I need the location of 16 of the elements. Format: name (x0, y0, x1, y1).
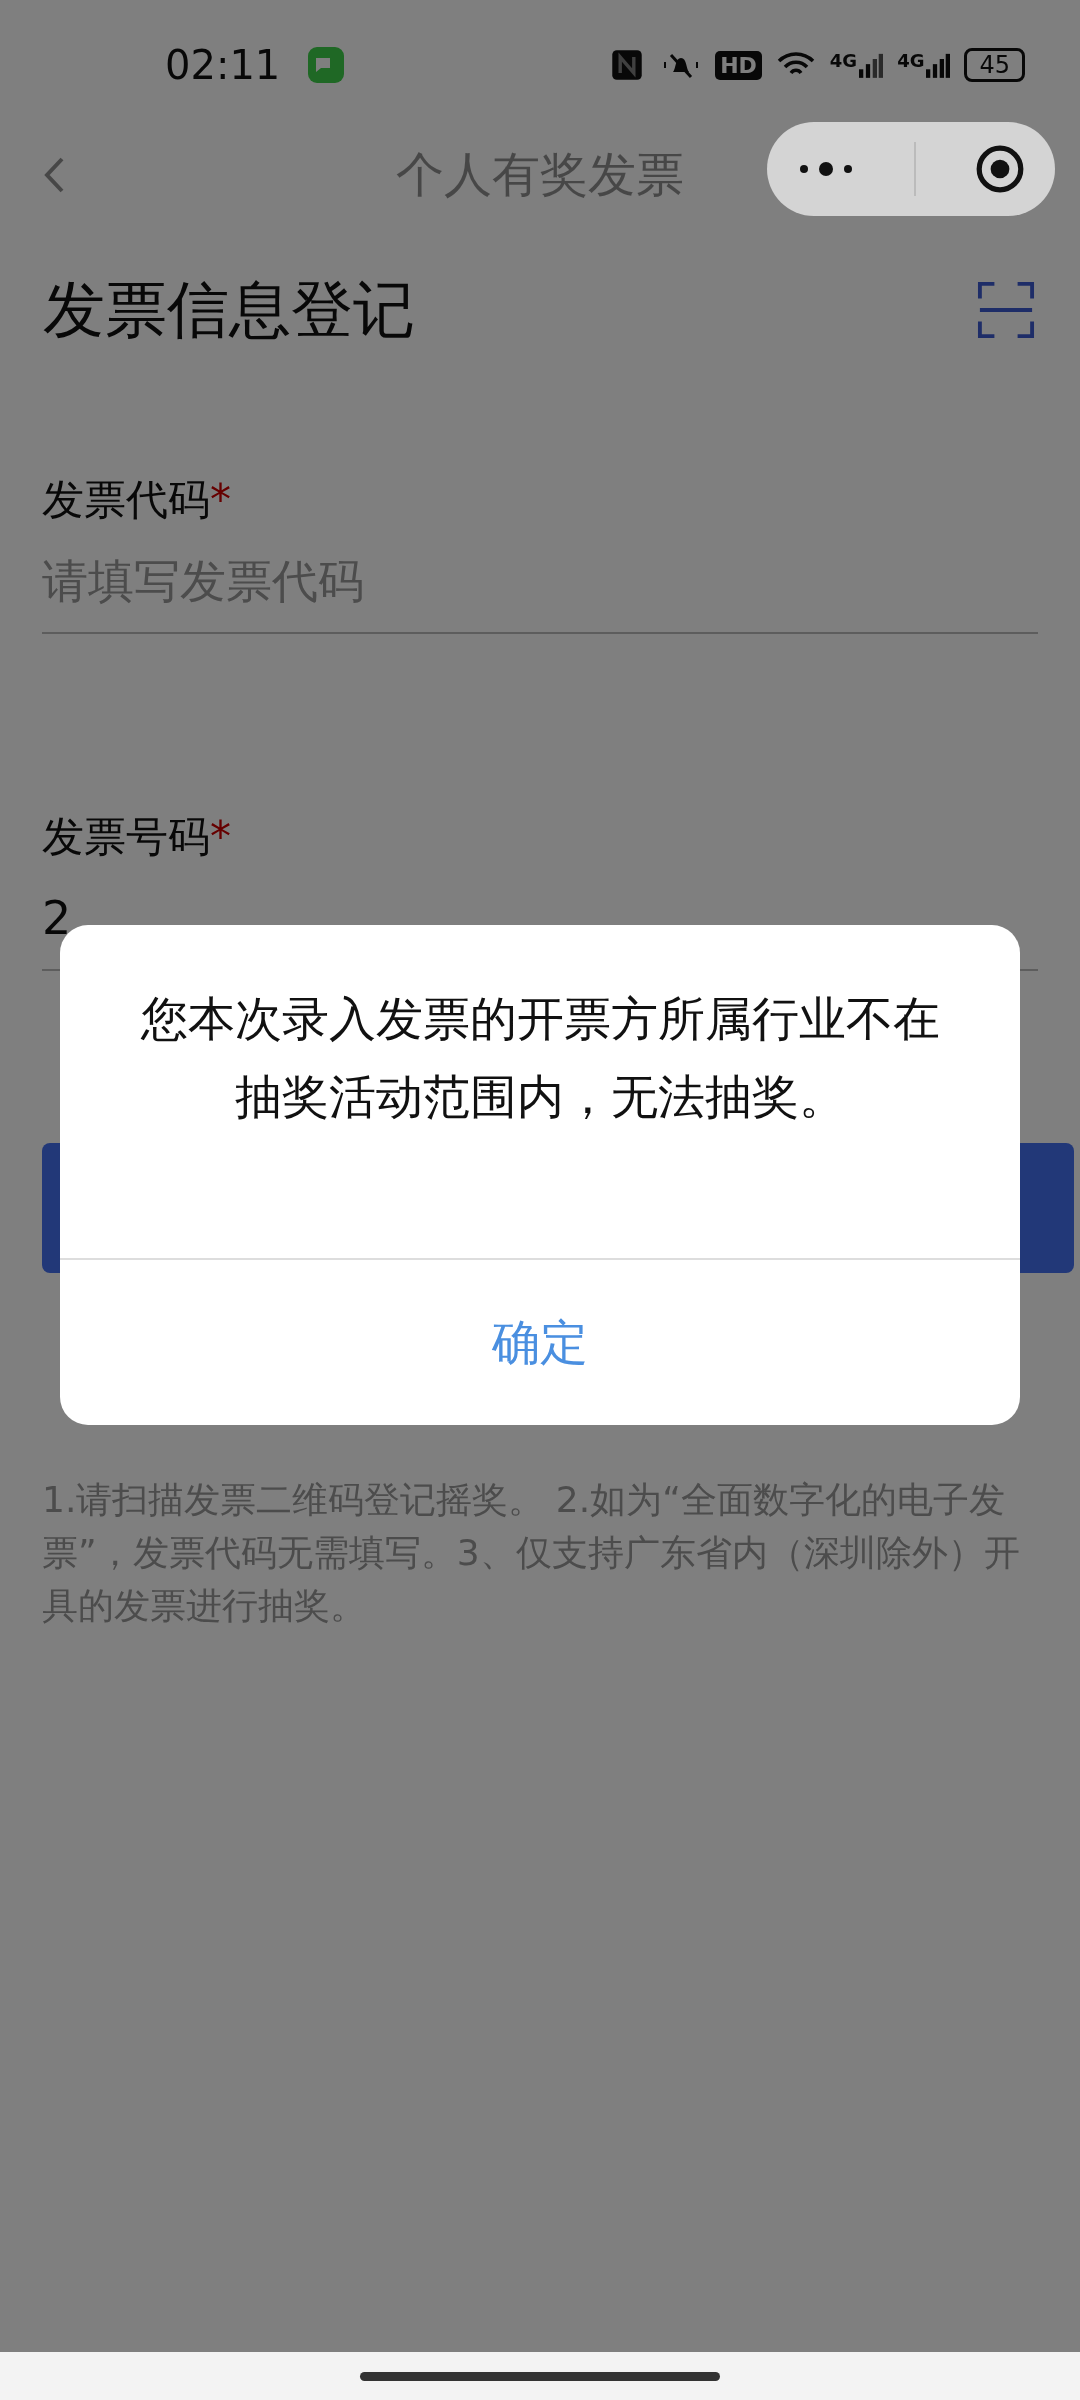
hd-badge: HD (715, 50, 762, 80)
field-label: 发票代码 (42, 475, 210, 524)
network-label: 4G (897, 50, 925, 71)
required-mark: * (210, 475, 231, 524)
status-time: 02:11 (165, 42, 281, 88)
scan-icon[interactable] (977, 281, 1035, 339)
home-indicator[interactable] (360, 2371, 720, 2381)
battery-indicator: 45 (964, 48, 1025, 82)
message-app-icon (308, 47, 345, 83)
confirm-button[interactable]: 确定 (60, 1260, 1020, 1425)
close-mini-program-icon[interactable] (974, 143, 1026, 195)
network-label: 4G (829, 50, 858, 71)
required-mark: * (210, 812, 231, 861)
page-title: 个人有奖发票 (396, 145, 684, 204)
form-heading: 发票信息登记 (43, 272, 415, 348)
field-label: 发票号码 (42, 812, 210, 861)
